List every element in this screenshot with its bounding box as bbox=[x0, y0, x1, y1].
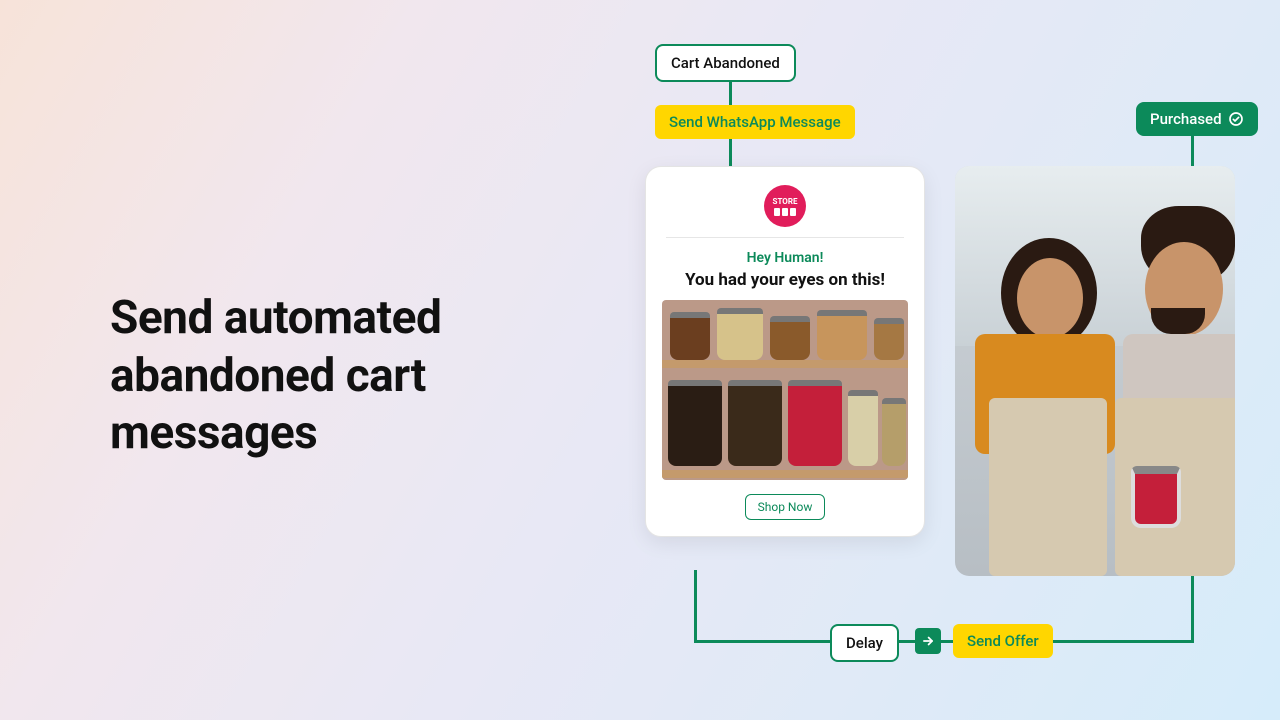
connector-card-down-left bbox=[694, 570, 697, 640]
message-subject: You had your eyes on this! bbox=[662, 270, 908, 290]
node-send-whatsapp[interactable]: Send WhatsApp Message bbox=[655, 105, 855, 139]
node-send-whatsapp-label: Send WhatsApp Message bbox=[669, 113, 841, 131]
node-delay-label: Delay bbox=[846, 634, 883, 652]
connector-purchased-down bbox=[1191, 132, 1194, 166]
connector-photo-down bbox=[1191, 576, 1194, 643]
node-delay[interactable]: Delay bbox=[830, 624, 899, 662]
store-logo-icon: STORE bbox=[764, 185, 806, 227]
held-jar bbox=[1131, 466, 1181, 528]
message-greeting: Hey Human! bbox=[662, 250, 908, 266]
hero-headline: Send automated abandoned cart messages bbox=[110, 290, 570, 463]
outcome-photo bbox=[955, 166, 1235, 576]
product-image bbox=[662, 300, 908, 480]
whatsapp-message-card: STORE Hey Human! You had your eyes on th… bbox=[645, 166, 925, 537]
node-purchased-label: Purchased bbox=[1150, 110, 1222, 128]
check-circle-icon bbox=[1228, 111, 1244, 127]
store-logo-text: STORE bbox=[773, 197, 798, 206]
node-trigger[interactable]: Cart Abandoned bbox=[655, 44, 796, 82]
node-trigger-label: Cart Abandoned bbox=[671, 54, 780, 72]
node-purchased[interactable]: Purchased bbox=[1136, 102, 1258, 136]
divider bbox=[666, 237, 904, 238]
connector-bottom-rail bbox=[694, 640, 1194, 643]
node-send-offer[interactable]: Send Offer bbox=[953, 624, 1053, 658]
node-send-offer-label: Send Offer bbox=[967, 632, 1039, 650]
shop-now-button[interactable]: Shop Now bbox=[745, 494, 826, 520]
arrow-right-icon bbox=[915, 628, 941, 654]
